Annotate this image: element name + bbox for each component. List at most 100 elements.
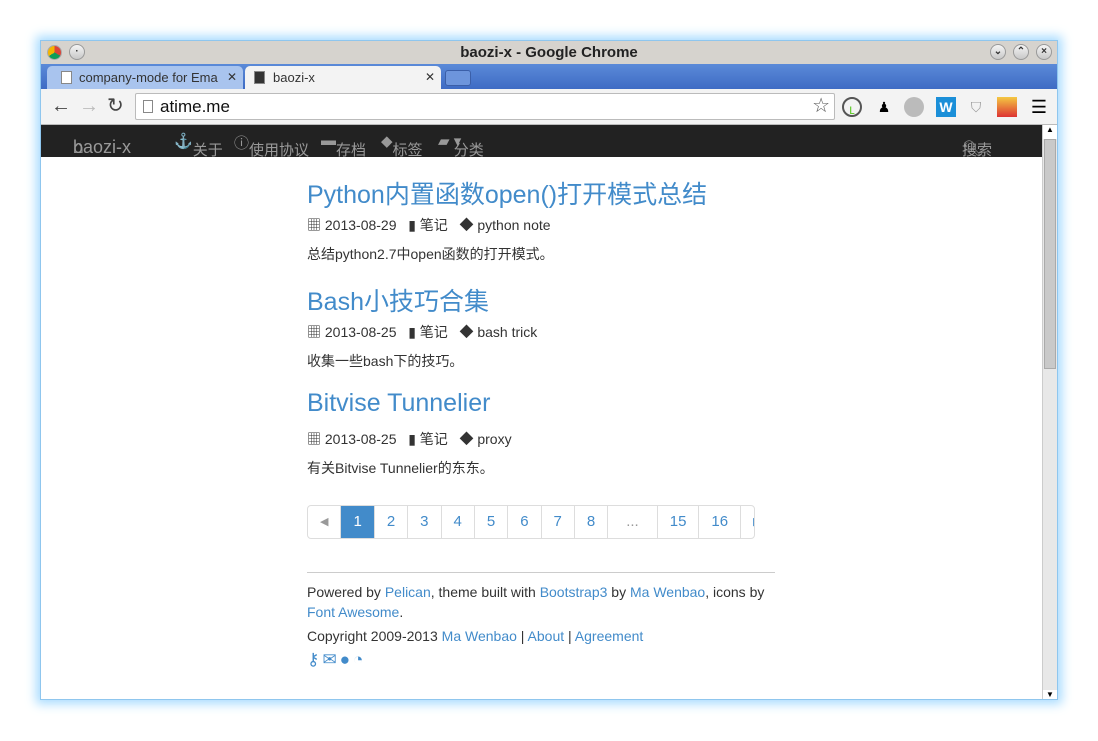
page-15[interactable]: 15 [658,506,700,538]
post-tags[interactable]: bash trick [477,324,537,340]
calendar-icon: ▦ [307,217,321,233]
post-title-link[interactable]: Bitvise Tunnelier [307,389,777,423]
page-7[interactable]: 7 [542,506,575,538]
close-tab-icon[interactable]: ✕ [425,66,435,89]
post-meta: ▦ 2013-08-25 ▮ 笔记 ◆ proxy [307,429,777,449]
page-5[interactable]: 5 [475,506,509,538]
post: Bitvise Tunnelier ▦ 2013-08-25 ▮ 笔记 ◆ pr… [307,389,777,478]
address-bar[interactable]: atime.me ☆ [135,93,835,120]
close-tab-icon[interactable]: ✕ [227,66,237,89]
bootstrap-link[interactable]: Bootstrap3 [540,584,608,600]
url-text: atime.me [160,97,230,116]
window-title: baozi-x - Google Chrome [460,44,638,61]
post-category[interactable]: 笔记 [420,431,448,447]
chart-extension-icon[interactable] [997,97,1017,117]
w-extension-icon[interactable]: W [936,97,956,117]
page-4[interactable]: 4 [442,506,475,538]
agreement-link[interactable]: Agreement [575,628,643,644]
post-date: 2013-08-25 [324,431,397,447]
key-icon[interactable]: ⚷ [307,650,319,669]
maximize-button[interactable]: ⌃ [1013,44,1029,60]
nav-categories-dropdown[interactable]: ▰ 分类 ▾ [438,132,484,159]
page-2[interactable]: 2 [375,506,409,538]
tab-baozi-x[interactable]: baozi-x ✕ [245,66,441,89]
brand-text: baozi-x [73,137,132,157]
post-tags[interactable]: proxy [477,431,511,447]
shield-extension-icon[interactable]: ⛉ [966,97,986,117]
post-summary: 收集一些bash下的技巧。 [307,353,464,369]
tag-icon: ◆ [459,324,474,340]
pelican-link[interactable]: Pelican [385,584,431,600]
site-navbar: ⌂ baozi-x ⚓ 关于 ⓘ 使用协议 ▬ 存档 ◆ 标签 ▰ 分类 ▾ 🔍︎… [41,125,1042,159]
minimize-button[interactable]: ⌄ [990,44,1006,60]
page-8[interactable]: 8 [575,506,609,538]
post-date: 2013-08-29 [324,217,397,233]
pagination: ◀12345678...1516▶ [307,505,755,539]
post-date: 2013-08-25 [324,324,397,340]
footer: Powered by Pelican, theme built with Boo… [307,572,775,670]
font-awesome-link[interactable]: Font Awesome [307,604,399,620]
post-title-link[interactable]: Bash小技巧合集 [307,282,777,316]
nav-tags[interactable]: ◆ 标签 [381,132,423,159]
calendar-icon: ▦ [307,324,321,340]
envelope-icon[interactable]: ✉ [322,650,336,669]
post: Bash小技巧合集 ▦ 2013-08-25 ▮ 笔记 ◆ bash trick… [307,282,777,371]
browser-window: · baozi-x - Google Chrome ⌄ ⌃ × company-… [40,40,1058,700]
author-link[interactable]: Ma Wenbao [630,584,705,600]
next-page-button[interactable]: ▶ [741,506,754,538]
book-icon: ▮ [408,324,416,340]
nav-about[interactable]: ⚓ 关于 [174,132,223,159]
post-meta: ▦ 2013-08-25 ▮ 笔记 ◆ bash trick [307,322,777,342]
page-6[interactable]: 6 [508,506,542,538]
github-icon[interactable]: ● [340,650,350,669]
tab-label: baozi-x [273,70,315,85]
new-tab-button[interactable] [445,70,471,86]
tag-icon: ◆ [459,217,474,233]
page-ellipsis[interactable]: ... [608,506,658,538]
about-link[interactable]: About [528,628,565,644]
scrollbar-thumb[interactable] [1044,139,1056,369]
scroll-up-arrow[interactable]: ▲ [1043,125,1057,139]
post-summary: 有关Bitvise Tunnelier的东东。 [307,460,494,476]
close-window-button[interactable]: × [1036,44,1052,60]
post-category[interactable]: 笔记 [420,324,448,340]
page-16[interactable]: 16 [699,506,742,538]
back-icon[interactable]: ← [51,95,71,117]
reload-icon[interactable]: ↻ [107,95,124,117]
clock-extension-icon[interactable]: ʟ [842,97,862,117]
scroll-down-arrow[interactable]: ▼ [1043,690,1057,699]
page-3[interactable]: 3 [408,506,442,538]
tab-company-mode[interactable]: company-mode for Ema ✕ [47,66,243,89]
main-content: Python内置函数open()打开模式总结 ▦ 2013-08-29 ▮ 笔记… [307,157,777,670]
forward-icon[interactable]: → [79,95,99,117]
copyright-text: Copyright 2009-2013 Ma Wenbao | About | … [307,628,644,644]
rss-icon[interactable]: ◔ [353,650,363,669]
globe-extension-icon[interactable] [904,97,924,117]
title-bar: · baozi-x - Google Chrome ⌄ ⌃ × [41,41,1057,64]
nav-archive[interactable]: ▬ 存档 [321,132,366,159]
author-link[interactable]: Ma Wenbao [442,628,517,644]
post-category[interactable]: 笔记 [420,217,448,233]
menu-icon[interactable]: ☰ [1029,97,1049,117]
nav-agreement[interactable]: ⓘ 使用协议 [234,132,309,159]
scrollbar[interactable]: ▲ ▼ [1042,125,1057,699]
book-icon: ▮ [408,217,416,233]
post-summary: 总结python2.7中open函数的打开模式。 [307,246,554,262]
social-icons: ⚷ ✉ ● ◔ [307,650,775,670]
bookmark-star-icon[interactable]: ☆ [812,94,830,119]
chrome-logo-icon [47,45,62,60]
menu-dot-button[interactable]: · [69,44,85,60]
tab-strip: company-mode for Ema ✕ baozi-x ✕ [41,64,1057,89]
post-tags[interactable]: python note [477,217,550,233]
lamp-extension-icon[interactable]: ♟ [874,97,894,117]
post-meta: ▦ 2013-08-29 ▮ 笔记 ◆ python note [307,215,777,235]
tab-label: company-mode for Ema [79,70,218,85]
browser-toolbar: ← → ↻ atime.me ☆ ʟ ♟ W ⛉ ☰ [41,89,1057,125]
post-title-link[interactable]: Python内置函数open()打开模式总结 [307,175,777,209]
page-1[interactable]: 1 [341,506,375,538]
post: Python内置函数open()打开模式总结 ▦ 2013-08-29 ▮ 笔记… [307,175,777,264]
tag-icon: ◆ [459,431,474,447]
prev-page-button[interactable]: ◀ [308,506,342,538]
powered-by-text: Powered by Pelican, theme built with Boo… [307,584,765,620]
site-favicon [254,71,265,84]
